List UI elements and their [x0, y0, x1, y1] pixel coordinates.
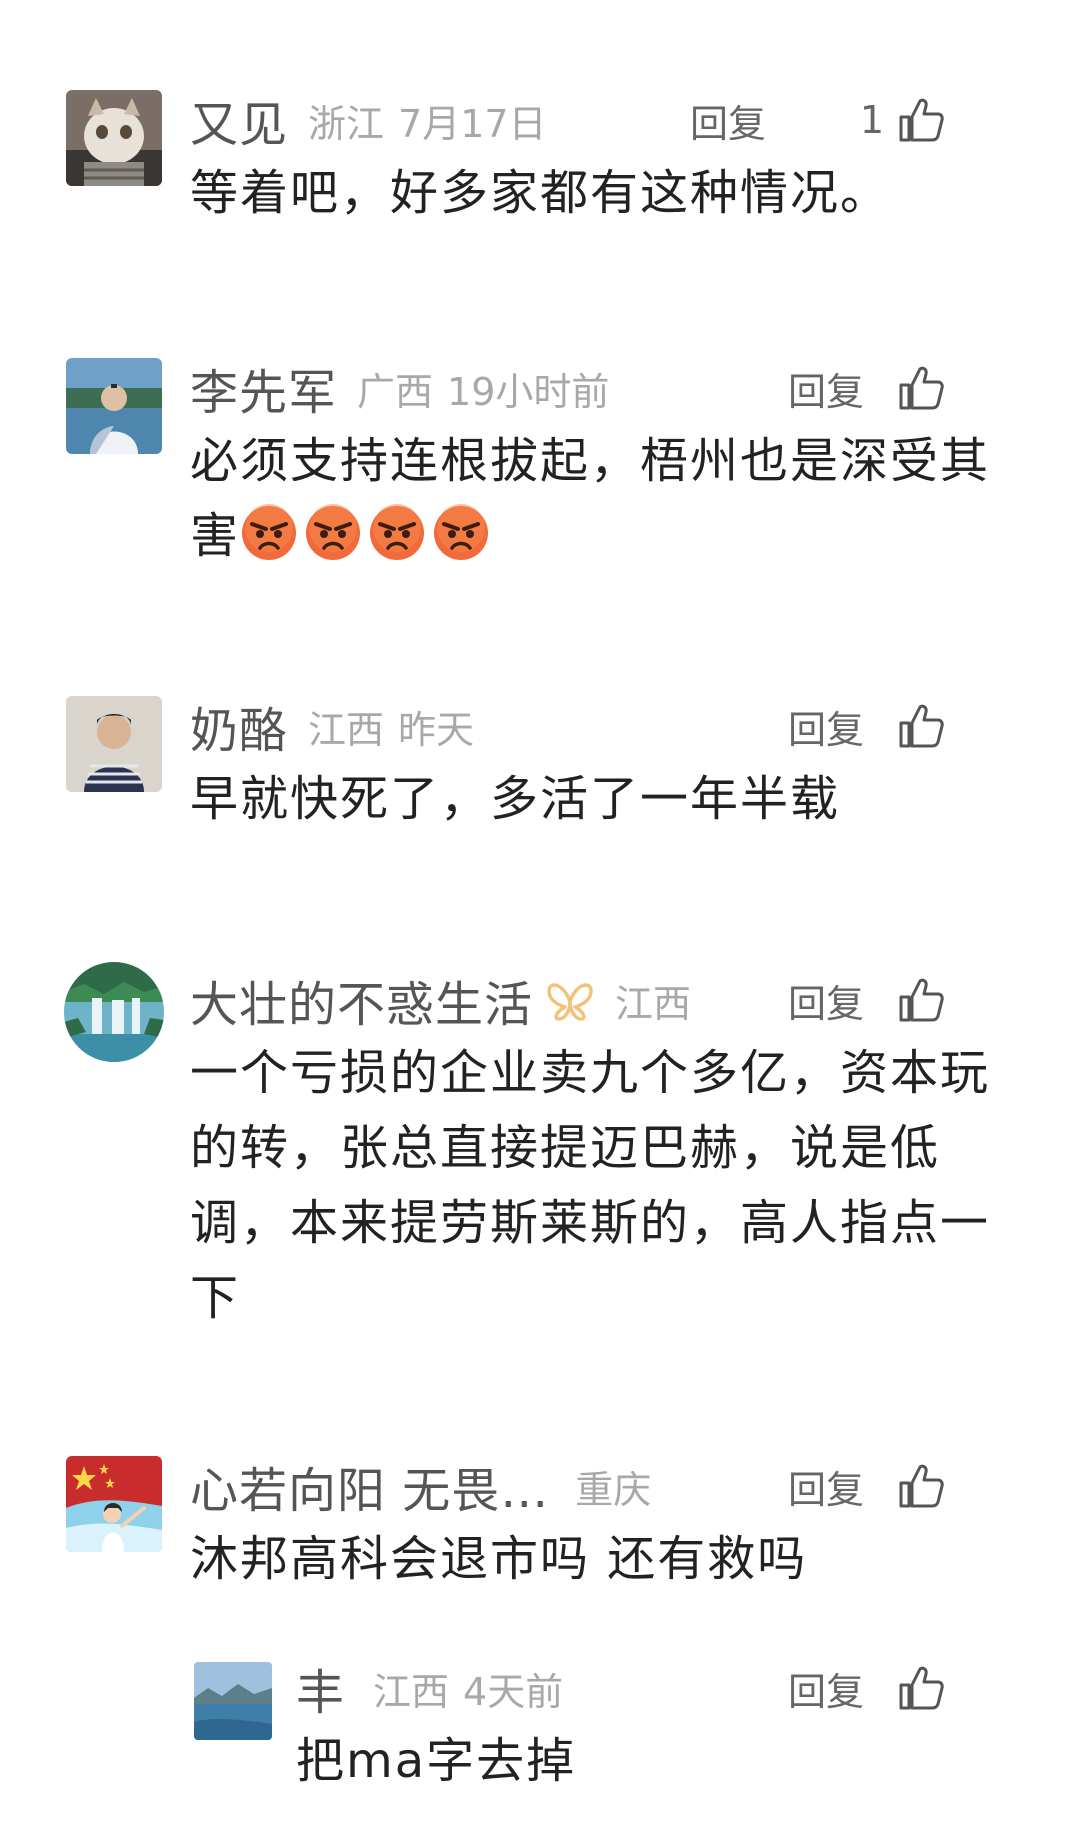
thumbs-up-icon[interactable]: [898, 1665, 944, 1711]
reply-button[interactable]: 回复: [788, 1661, 864, 1716]
avatar[interactable]: [66, 90, 162, 186]
angry-face-icon: [304, 504, 362, 562]
reply-button[interactable]: 回复: [788, 361, 864, 416]
comment-text: 必须支持连根拔起，梧州也是深受其害: [190, 424, 1010, 574]
reply-button[interactable]: 回复: [788, 1459, 864, 1514]
commenter-location: 江西: [615, 981, 692, 1026]
thumbs-up-icon[interactable]: [898, 977, 944, 1023]
commenter-name[interactable]: 心若向阳 无畏…: [190, 1451, 549, 1521]
reply-button[interactable]: 回复: [788, 699, 864, 754]
commenter-name[interactable]: 李先军: [190, 353, 337, 423]
avatar[interactable]: [64, 962, 164, 1062]
vip-butterfly-icon: [545, 977, 595, 1023]
thumbs-up-icon[interactable]: [898, 365, 944, 411]
thumbs-up-icon[interactable]: [898, 703, 944, 749]
comment-time: 7月17日: [398, 101, 547, 146]
comment-text: 等着吧，好多家都有这种情况。: [190, 165, 891, 221]
comment-text: 早就快死了，多活了一年半载: [190, 771, 841, 827]
angry-face-icon: [432, 504, 490, 562]
comment-time: 4天前: [463, 1669, 564, 1714]
avatar[interactable]: [194, 1662, 272, 1740]
angry-face-icon: [240, 504, 298, 562]
thumbs-up-icon[interactable]: [898, 1463, 944, 1509]
comment-text: 一个亏损的企业卖九个多亿，资本玩的转，张总直接提迈巴赫，说是低调，本来提劳斯莱斯…: [190, 1045, 991, 1326]
commenter-location: 重庆: [575, 1467, 652, 1512]
avatar[interactable]: [66, 1456, 162, 1552]
reply-button[interactable]: 回复: [788, 973, 864, 1028]
reply-button[interactable]: 回复: [690, 93, 766, 148]
angry-face-icon: [368, 504, 426, 562]
commenter-location: 广西: [357, 369, 434, 414]
commenter-name[interactable]: 大壮的不惑生活: [190, 965, 533, 1035]
comment-time: 昨天: [398, 707, 475, 752]
commenter-name[interactable]: 奶酪: [190, 691, 288, 761]
comment-text: 沐邦高科会退市吗 还有救吗: [190, 1531, 808, 1587]
comment-time: 19小时前: [447, 369, 610, 414]
thumbs-up-icon[interactable]: [898, 97, 944, 143]
comment-text: 把ma字去掉: [296, 1733, 577, 1789]
commenter-location: 浙江: [308, 101, 385, 146]
commenter-location: 江西: [308, 707, 385, 752]
like-count: 1: [859, 98, 884, 142]
avatar[interactable]: [66, 696, 162, 792]
commenter-location: 江西: [373, 1669, 450, 1714]
avatar[interactable]: [66, 358, 162, 454]
commenter-name[interactable]: 又见: [190, 85, 288, 155]
commenter-name[interactable]: 丰: [296, 1653, 345, 1723]
